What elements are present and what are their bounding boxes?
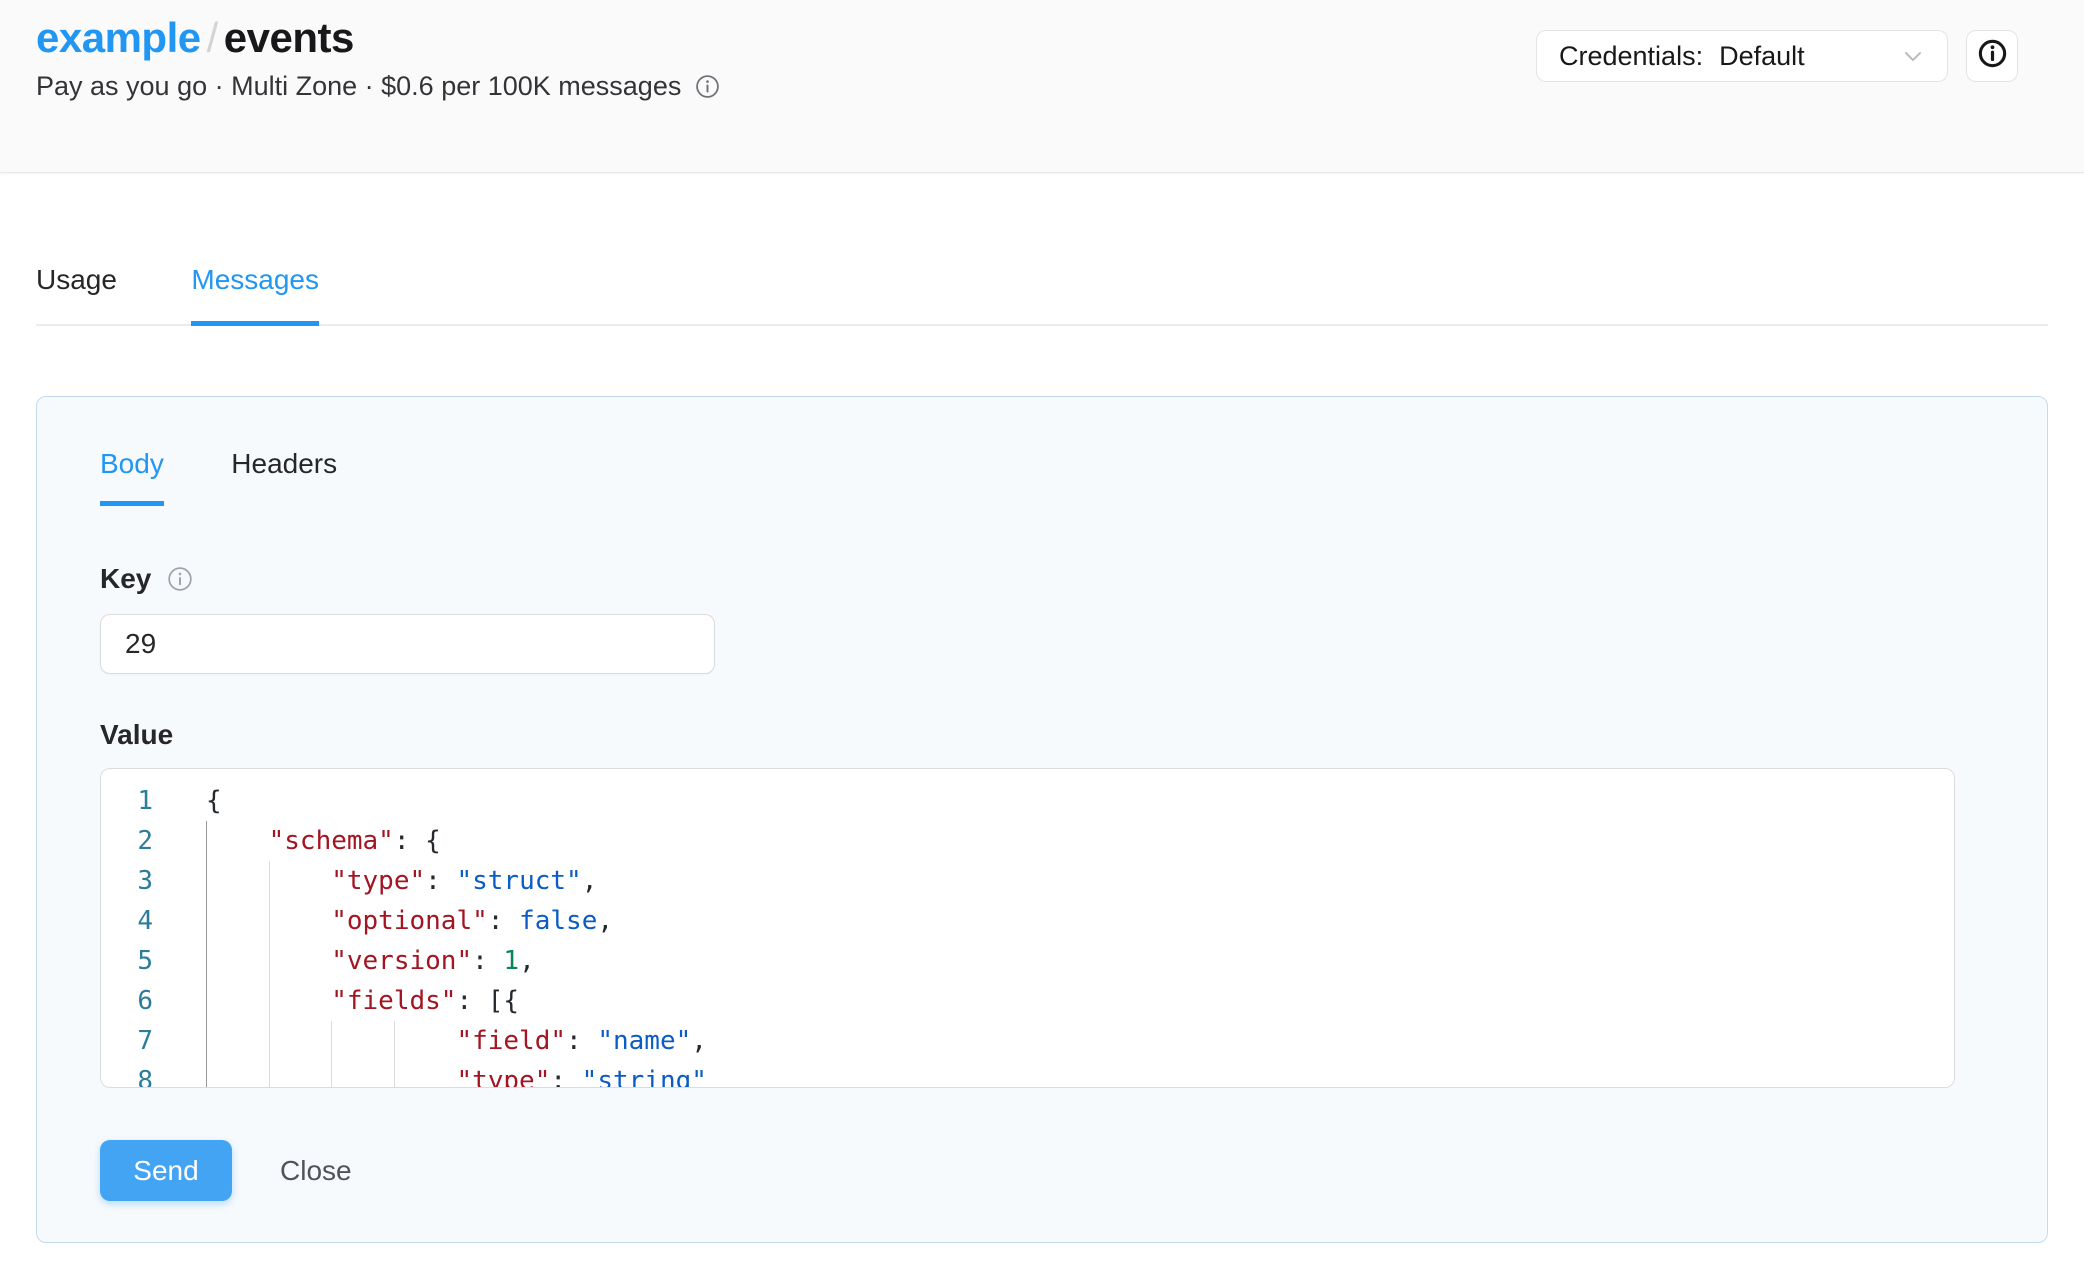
code-token-punct: , <box>582 866 598 896</box>
code-token-number: 1 <box>503 946 519 976</box>
code-line: 8 "type": "string" <box>101 1061 1954 1088</box>
actions-row: Send Close <box>100 1140 2047 1201</box>
indent-guide <box>331 1021 394 1061</box>
indent-guide <box>269 1021 332 1061</box>
code-token-punct: , <box>691 1026 707 1056</box>
page-title: events <box>224 14 354 61</box>
code-token-key: "version" <box>331 946 472 976</box>
main-content: Usage Messages Body Headers Key Value 1{… <box>0 263 2084 1243</box>
breadcrumb: example/events <box>36 10 720 66</box>
message-part-tabs: Body Headers <box>100 447 2047 506</box>
indent-guide <box>206 1021 269 1061</box>
value-label-row: Value <box>100 718 2047 752</box>
tab-messages[interactable]: Messages <box>191 263 319 326</box>
code-line: 3 "type": "struct", <box>101 861 1954 901</box>
credentials-select[interactable]: Credentials: Default <box>1536 30 1948 82</box>
code-token-punct: : { <box>394 826 441 856</box>
header-right: Credentials: Default <box>1536 30 2018 82</box>
indent-guide <box>269 861 332 901</box>
code-line: 2 "schema": { <box>101 821 1954 861</box>
tab-headers[interactable]: Headers <box>231 447 337 501</box>
topic-tabs: Usage Messages <box>36 263 2048 326</box>
value-code-editor[interactable]: 1{2"schema": {3"type": "struct",4"option… <box>100 768 1955 1088</box>
code-token-string: "name" <box>597 1026 691 1056</box>
code-token-punct: : <box>550 1066 581 1088</box>
indent-guide <box>394 1061 457 1088</box>
code-token-key: "schema" <box>269 826 394 856</box>
code-token-string: "struct" <box>456 866 581 896</box>
indent-guide <box>269 941 332 981</box>
key-label: Key <box>100 562 151 596</box>
indent-guide <box>206 861 269 901</box>
code-token-punct: : [{ <box>456 986 519 1016</box>
credentials-selected-value: Default <box>1719 41 1805 72</box>
indent-guide <box>206 901 269 941</box>
indent-guide <box>331 1061 394 1088</box>
plan-subtitle-row: Pay as you go · Multi Zone · $0.6 per 10… <box>36 68 720 104</box>
line-number: 3 <box>101 861 164 901</box>
code-token-punct: : <box>488 906 519 936</box>
code-line: 1{ <box>101 781 1954 821</box>
produce-message-panel: Body Headers Key Value 1{2"schema": {3"t… <box>36 396 2048 1243</box>
line-number: 8 <box>101 1061 164 1088</box>
indent-guide <box>206 981 269 1021</box>
code-token-key: "fields" <box>331 986 456 1016</box>
cluster-info-button[interactable] <box>1966 30 2018 82</box>
indent-guide <box>394 1021 457 1061</box>
code-token-string: "string" <box>582 1066 707 1088</box>
credentials-label: Credentials: <box>1559 41 1703 72</box>
indent-guide <box>206 941 269 981</box>
plan-subtitle: Pay as you go · Multi Zone · $0.6 per 10… <box>36 68 681 104</box>
code-line: 5 "version": 1, <box>101 941 1954 981</box>
indent-guide <box>269 1061 332 1088</box>
code-token-punct: , <box>597 906 613 936</box>
code-token-punct: , <box>519 946 535 976</box>
code-token-punct: : <box>472 946 503 976</box>
header-left: example/events Pay as you go · Multi Zon… <box>36 10 720 104</box>
code-lines: 1{2"schema": {3"type": "struct",4"option… <box>101 781 1954 1088</box>
line-number: 2 <box>101 821 164 861</box>
indent-guide <box>206 821 269 861</box>
indent-guide <box>269 981 332 1021</box>
line-number: 1 <box>101 781 164 821</box>
code-token-key: "field" <box>456 1026 566 1056</box>
code-token-key: "optional" <box>331 906 488 936</box>
code-line: 4 "optional": false, <box>101 901 1954 941</box>
info-icon[interactable] <box>167 566 193 592</box>
code-token-punct: { <box>206 786 222 816</box>
code-token-keyword: false <box>519 906 597 936</box>
line-number: 6 <box>101 981 164 1021</box>
key-input[interactable] <box>100 614 715 674</box>
code-token-key: "type" <box>456 1066 550 1088</box>
code-line: 7 "field": "name", <box>101 1021 1954 1061</box>
key-label-row: Key <box>100 562 2047 596</box>
indent-guide <box>206 1061 269 1088</box>
indent-guide <box>269 901 332 941</box>
tab-body[interactable]: Body <box>100 447 164 506</box>
breadcrumb-cluster-link[interactable]: example <box>36 14 201 61</box>
line-number: 5 <box>101 941 164 981</box>
value-label: Value <box>100 718 173 752</box>
breadcrumb-separator: / <box>201 14 224 61</box>
code-token-punct: : <box>425 866 456 896</box>
code-token-punct: : <box>566 1026 597 1056</box>
tab-usage[interactable]: Usage <box>36 263 117 321</box>
line-number: 4 <box>101 901 164 941</box>
info-icon <box>1977 38 2008 74</box>
code-line: 6 "fields": [{ <box>101 981 1954 1021</box>
info-icon[interactable] <box>695 74 720 99</box>
close-button[interactable]: Close <box>280 1155 352 1187</box>
code-token-key: "type" <box>331 866 425 896</box>
send-button[interactable]: Send <box>100 1140 232 1201</box>
line-number: 7 <box>101 1021 164 1061</box>
page-header: example/events Pay as you go · Multi Zon… <box>0 0 2084 173</box>
chevron-down-icon <box>1899 42 1927 70</box>
